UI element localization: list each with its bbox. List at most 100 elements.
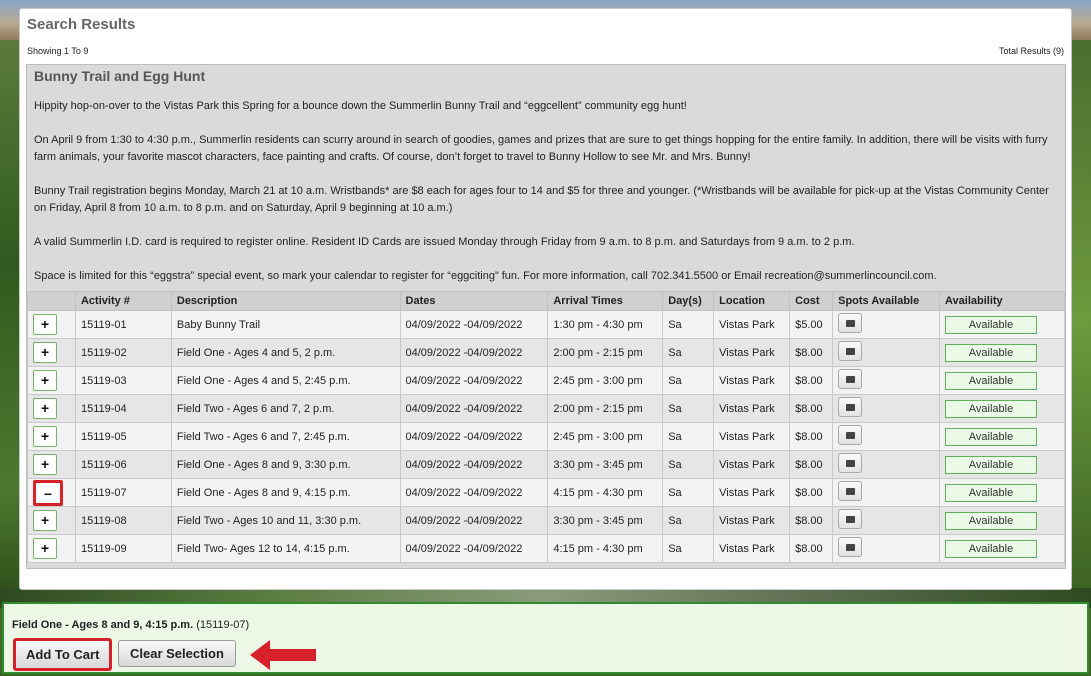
location: Vistas Park — [713, 506, 791, 535]
days: Sa — [662, 478, 715, 507]
header-spots-available[interactable]: Spots Available — [832, 291, 940, 311]
availability-cell: Available — [939, 450, 1065, 479]
table-row: +15119-03 Field One - Ages 4 and 5, 2:45 … — [27, 366, 1065, 395]
calendar-icon[interactable] — [838, 481, 863, 501]
arrival-times: 2:45 pm - 3:00 pm — [547, 366, 664, 395]
spots-cell — [832, 506, 940, 535]
activity-number: 15119-08 — [74, 506, 172, 535]
panel-title: Search Results — [27, 16, 136, 33]
arrival-times: 1:30 pm - 4:30 pm — [547, 310, 664, 339]
header-availability[interactable]: Availability — [939, 291, 1065, 311]
clear-selection-button[interactable]: Clear Selection — [118, 640, 236, 667]
spots-cell — [832, 534, 940, 563]
dates: 04/09/2022 -04/09/2022 — [399, 422, 549, 451]
calendar-icon[interactable] — [838, 509, 863, 529]
status-badge: Available — [945, 455, 1037, 474]
arrival-times: 4:15 pm - 4:30 pm — [547, 534, 664, 563]
arrival-times: 3:30 pm - 3:45 pm — [547, 506, 664, 535]
activity-number: 15119-01 — [74, 310, 172, 339]
availability-cell: Available — [939, 394, 1065, 423]
days: Sa — [662, 534, 715, 563]
header-description[interactable]: Description — [170, 291, 401, 311]
availability-cell: Available — [939, 310, 1065, 339]
cost: $8.00 — [789, 478, 834, 507]
description: Field One - Ages 8 and 9, 3:30 p.m. — [170, 450, 401, 479]
spots-cell — [832, 422, 940, 451]
header-dates[interactable]: Dates — [399, 291, 549, 311]
calendar-icon[interactable] — [838, 369, 863, 389]
cost: $8.00 — [789, 366, 834, 395]
cost: $8.00 — [789, 506, 834, 535]
status-badge: Available — [945, 539, 1037, 558]
cost: $5.00 — [789, 310, 834, 339]
spots-cell — [832, 310, 940, 339]
calendar-icon[interactable] — [838, 313, 863, 333]
status-badge: Available — [945, 399, 1037, 418]
dates: 04/09/2022 -04/09/2022 — [399, 450, 549, 479]
description: Field Two - Ages 6 and 7, 2:45 p.m. — [170, 422, 401, 451]
days: Sa — [662, 422, 715, 451]
search-results-panel: Search Results Showing 1 To 9 Total Resu… — [19, 8, 1072, 590]
header-location[interactable]: Location — [713, 291, 791, 311]
description: Baby Bunny Trail — [170, 310, 401, 339]
select-cell: + — [27, 366, 76, 395]
availability-cell: Available — [939, 506, 1065, 535]
background-trees-right — [1071, 40, 1091, 600]
select-button[interactable]: + — [33, 342, 57, 363]
left-arrow-icon — [250, 640, 316, 670]
activity-number: 15119-06 — [74, 450, 172, 479]
add-to-cart-button[interactable]: Add To Cart — [13, 638, 113, 671]
select-button[interactable]: + — [33, 510, 57, 531]
calendar-icon[interactable] — [838, 341, 863, 361]
table-row: +15119-09 Field Two- Ages 12 to 14, 4:15 … — [27, 534, 1065, 563]
table-header-row: Activity # Description Dates Arrival Tim… — [27, 291, 1065, 311]
dates: 04/09/2022 -04/09/2022 — [399, 310, 549, 339]
availability-cell: Available — [939, 422, 1065, 451]
selected-activity-label: Field One - Ages 8 and 9, 4:15 p.m. (151… — [12, 619, 249, 631]
select-button[interactable]: + — [33, 538, 57, 559]
showing-count: Showing 1 To 9 — [27, 46, 89, 56]
selected-activity-name: Field One - Ages 8 and 9, 4:15 p.m. — [12, 619, 194, 631]
spots-cell — [832, 478, 940, 507]
table-row: +15119-06 Field One - Ages 8 and 9, 3:30 … — [27, 450, 1065, 479]
cost: $8.00 — [789, 534, 834, 563]
selection-bar: Field One - Ages 8 and 9, 4:15 p.m. (151… — [2, 602, 1089, 674]
activity-number: 15119-03 — [74, 366, 172, 395]
dates: 04/09/2022 -04/09/2022 — [399, 478, 549, 507]
description: Field One - Ages 4 and 5, 2 p.m. — [170, 338, 401, 367]
calendar-icon[interactable] — [838, 537, 863, 557]
cost: $8.00 — [789, 422, 834, 451]
select-button[interactable]: + — [33, 370, 57, 391]
calendar-icon[interactable] — [838, 397, 863, 417]
header-arrival-times[interactable]: Arrival Times — [547, 291, 664, 311]
select-button[interactable]: + — [33, 426, 57, 447]
select-button[interactable]: + — [33, 454, 57, 475]
activity-number: 15119-07 — [74, 478, 172, 507]
table-row: +15119-02 Field One - Ages 4 and 5, 2 p.m… — [27, 338, 1065, 367]
select-cell: + — [27, 450, 76, 479]
select-cell: + — [27, 310, 76, 339]
availability-cell: Available — [939, 534, 1065, 563]
location: Vistas Park — [713, 450, 791, 479]
activity-card: Bunny Trail and Egg Hunt Hippity hop-on-… — [26, 64, 1066, 569]
location: Vistas Park — [713, 366, 791, 395]
select-button[interactable]: + — [33, 314, 57, 335]
status-badge: Available — [945, 371, 1037, 390]
calendar-icon[interactable] — [838, 453, 863, 473]
deselect-button[interactable]: − — [33, 479, 63, 506]
table-row: +15119-01 Baby Bunny Trail 04/09/2022 -04/… — [27, 310, 1065, 339]
header-cost[interactable]: Cost — [789, 291, 834, 311]
calendar-icon[interactable] — [838, 425, 863, 445]
select-button[interactable]: + — [33, 398, 57, 419]
status-badge: Available — [945, 343, 1037, 362]
description: Field One - Ages 8 and 9, 4:15 p.m. — [170, 478, 401, 507]
availability-cell: Available — [939, 478, 1065, 507]
header-days[interactable]: Day(s) — [662, 291, 715, 311]
location: Vistas Park — [713, 310, 791, 339]
availability-cell: Available — [939, 366, 1065, 395]
dates: 04/09/2022 -04/09/2022 — [399, 394, 549, 423]
location: Vistas Park — [713, 534, 791, 563]
header-activity-number[interactable]: Activity # — [74, 291, 172, 311]
status-badge: Available — [945, 511, 1037, 530]
activity-description: Hippity hop-on-over to the Vistas Park t… — [34, 98, 1059, 302]
